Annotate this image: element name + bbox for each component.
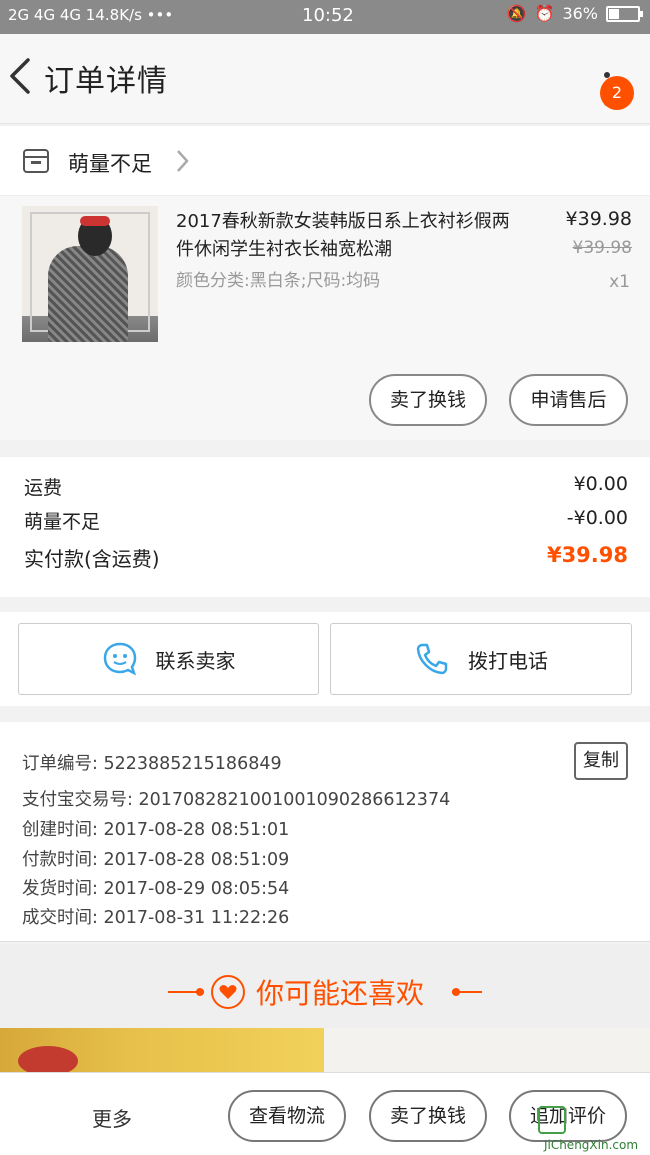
shop-header[interactable]: 萌量不足 <box>0 126 650 196</box>
product-sku: 颜色分类:黑白条;尺码:均码 <box>176 271 381 291</box>
copy-button[interactable]: 复制 <box>574 742 628 780</box>
watermark-url: JiChengXin.com <box>543 1138 639 1152</box>
alipay-trade-number: 支付宝交易号: 2017082821001001090286612374 <box>22 790 451 810</box>
product-thumbnail[interactable] <box>22 206 158 342</box>
sell-button[interactable]: 卖了换钱 <box>369 374 487 426</box>
call-button[interactable]: 拨打电话 <box>330 623 632 695</box>
battery-fill <box>609 8 620 19</box>
completed-time: 成交时间: 2017-08-31 11:22:26 <box>22 908 290 928</box>
fee-summary: 运费 ¥0.00 萌量不足 -¥0.00 实付款(含运费) ¥39.98 <box>0 457 650 597</box>
call-label: 拨打电话 <box>468 648 548 673</box>
divider-right <box>452 991 482 993</box>
discount-row: 萌量不足 -¥0.00 <box>24 507 628 534</box>
recommend-title: 你可能还喜欢 <box>256 977 425 1010</box>
network-status: 2G 4G 4G 14.8K/s ••• <box>8 6 174 24</box>
divider-dot-left <box>196 988 204 996</box>
status-icons: 🔕 ⏰ 36% <box>506 4 643 23</box>
sell-bottom-button[interactable]: 卖了换钱 <box>369 1090 487 1142</box>
shop-name[interactable]: 萌量不足 <box>68 148 152 178</box>
watermark: JiChengXin.com <box>532 1104 650 1155</box>
shipped-time: 发货时间: 2017-08-29 08:05:54 <box>22 879 290 899</box>
back-arrow-icon[interactable] <box>6 56 34 96</box>
battery-icon <box>606 5 643 22</box>
contact-seller-label: 联系卖家 <box>155 648 236 673</box>
clock: 10:52 <box>302 5 354 26</box>
shipping-label: 运费 <box>24 477 63 499</box>
contact-seller-button[interactable]: 联系卖家 <box>18 623 319 695</box>
product-title[interactable]: 2017春秋新款女装韩版日系上衣衬衫假两件休闲学生衬衣长袖宽松潮 <box>176 208 516 264</box>
alarm-icon: ⏰ <box>534 4 555 23</box>
chevron-right-icon <box>177 150 189 172</box>
heart-icon <box>211 975 245 1009</box>
watermark-logo-icon <box>538 1106 566 1134</box>
shipping-row: 运费 ¥0.00 <box>24 473 628 500</box>
original-price: ¥39.98 <box>572 238 632 258</box>
notification-badge[interactable]: 2 <box>600 76 634 110</box>
contact-actions: 联系卖家 拨打电话 <box>0 612 650 706</box>
discount-value: -¥0.00 <box>566 507 628 529</box>
paid-time: 付款时间: 2017-08-28 08:51:09 <box>22 850 290 870</box>
order-info: 订单编号: 5223885215186849 复制 支付宝交易号: 201708… <box>0 722 650 942</box>
status-bar: 2G 4G 4G 14.8K/s ••• 10:52 🔕 ⏰ 36% <box>0 0 650 34</box>
order-item[interactable]: 2017春秋新款女装韩版日系上衣衬衫假两件休闲学生衬衣长袖宽松潮 颜色分类:黑白… <box>0 196 650 440</box>
product-price: ¥39.98 <box>565 208 632 230</box>
logistics-button[interactable]: 查看物流 <box>228 1090 346 1142</box>
recommend-header: 你可能还喜欢 <box>0 944 650 1028</box>
page-title: 订单详情 <box>44 64 168 99</box>
shipping-value: ¥0.00 <box>573 473 628 495</box>
more-button[interactable]: 更多 <box>92 1103 132 1132</box>
quantity: x1 <box>609 272 630 292</box>
total-row: 实付款(含运费) ¥39.98 <box>24 543 628 572</box>
after-sales-button[interactable]: 申请售后 <box>509 374 628 426</box>
created-time: 创建时间: 2017-08-28 08:51:01 <box>22 820 290 840</box>
discount-label: 萌量不足 <box>24 511 101 533</box>
phone-icon <box>416 643 448 675</box>
battery-percent: 36% <box>562 4 598 23</box>
total-value: ¥39.98 <box>546 543 628 567</box>
mute-icon: 🔕 <box>506 4 527 23</box>
order-number: 订单编号: 5223885215186849 <box>22 754 282 774</box>
total-label: 实付款(含运费) <box>24 547 160 571</box>
store-icon <box>23 149 49 173</box>
chat-icon <box>103 642 136 676</box>
nav-bar: 订单详情 2 <box>0 34 650 124</box>
